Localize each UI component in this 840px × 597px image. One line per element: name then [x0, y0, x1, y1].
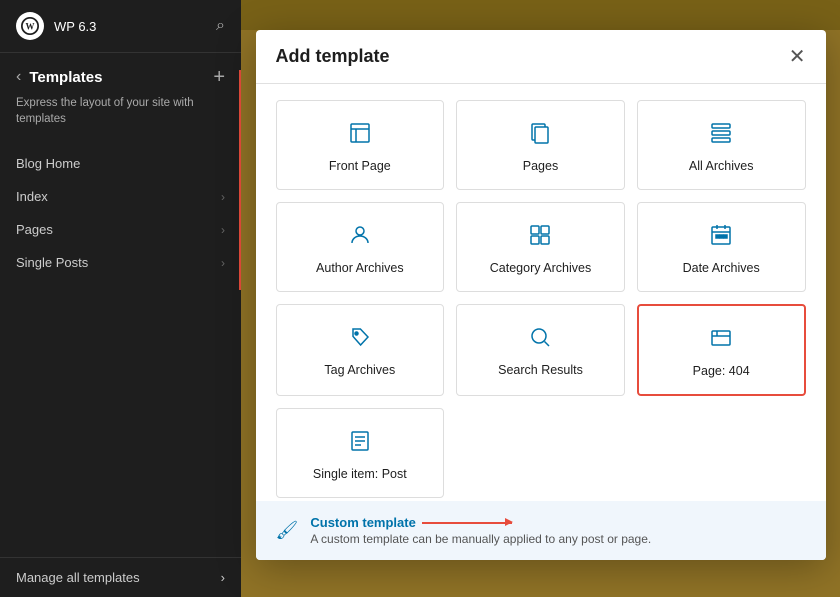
template-card-search-results[interactable]: Search Results: [456, 304, 625, 396]
author-archives-icon: [348, 223, 372, 251]
pages-label: Pages: [523, 159, 558, 173]
all-archives-icon: [709, 121, 733, 149]
template-card-category-archives[interactable]: Category Archives: [456, 202, 625, 292]
chevron-icon: ›: [221, 223, 225, 237]
template-card-pages[interactable]: Pages: [456, 100, 625, 190]
pages-icon: [528, 121, 552, 149]
chevron-icon: ›: [221, 190, 225, 204]
tag-archives-icon: [348, 325, 372, 353]
modal-overlay: Add template ✕ Front Page: [241, 0, 840, 597]
single-post-icon: [348, 429, 372, 457]
modal-title: Add template: [276, 46, 390, 67]
sidebar-header: W WP 6.3 ⌕: [0, 0, 241, 53]
search-results-icon: [528, 325, 552, 353]
template-card-single-post[interactable]: Single item: Post: [276, 408, 445, 498]
back-button[interactable]: ‹: [16, 68, 21, 86]
red-arrow: [422, 522, 512, 524]
category-archives-icon: [528, 223, 552, 251]
template-card-page-404[interactable]: Page: 404: [637, 304, 806, 396]
custom-template-link[interactable]: Custom template: [310, 515, 415, 530]
add-template-button[interactable]: +: [213, 67, 225, 87]
modal-close-button[interactable]: ✕: [789, 47, 806, 67]
date-archives-icon: [709, 223, 733, 251]
page-404-icon: [709, 326, 733, 354]
templates-title: Templates: [29, 69, 205, 86]
templates-header: ‹ Templates +: [0, 53, 241, 95]
add-template-modal: Add template ✕ Front Page: [256, 30, 826, 560]
tag-archives-label: Tag Archives: [324, 363, 395, 377]
wp-logo: W: [16, 12, 44, 40]
search-icon[interactable]: ⌕: [216, 17, 225, 35]
modal-body: Front Page Pages All Archi: [256, 84, 826, 501]
all-archives-label: All Archives: [689, 159, 754, 173]
category-archives-label: Category Archives: [490, 261, 591, 275]
manage-all-templates[interactable]: Manage all templates ›: [0, 557, 241, 597]
author-archives-label: Author Archives: [316, 261, 404, 275]
sidebar-nav: Blog Home Index › Pages › Single Posts ›: [0, 143, 241, 557]
sidebar-item-pages[interactable]: Pages ›: [0, 213, 241, 246]
template-grid: Front Page Pages All Archi: [276, 100, 806, 396]
modal-header: Add template ✕: [256, 30, 826, 84]
sidebar-item-blog-home[interactable]: Blog Home: [0, 147, 241, 180]
template-card-date-archives[interactable]: Date Archives: [637, 202, 806, 292]
single-post-label: Single item: Post: [313, 467, 407, 481]
template-card-tag-archives[interactable]: Tag Archives: [276, 304, 445, 396]
arrow-head: [505, 518, 513, 526]
sidebar: W WP 6.3 ⌕ ‹ Templates + Express the lay…: [0, 0, 241, 597]
svg-text:W: W: [26, 22, 35, 32]
template-card-author-archives[interactable]: Author Archives: [276, 202, 445, 292]
sidebar-description: Express the layout of your site with tem…: [0, 95, 241, 143]
paint-icon: 🖌: [276, 520, 299, 541]
custom-template-info: Custom template A custom template can be…: [310, 515, 651, 546]
template-card-front-page[interactable]: Front Page: [276, 100, 445, 190]
modal-footer: 🖌 Custom template A custom template can …: [256, 501, 826, 560]
main-content: Add template ✕ Front Page: [241, 0, 840, 597]
template-card-all-archives[interactable]: All Archives: [637, 100, 806, 190]
sidebar-item-single-posts[interactable]: Single Posts ›: [0, 246, 241, 279]
front-page-icon: [348, 121, 372, 149]
search-results-label: Search Results: [498, 363, 583, 377]
date-archives-label: Date Archives: [683, 261, 760, 275]
page-404-label: Page: 404: [693, 364, 750, 378]
single-items-row: Single item: Post: [276, 408, 806, 498]
sidebar-item-index[interactable]: Index ›: [0, 180, 241, 213]
chevron-icon: ›: [221, 570, 225, 585]
chevron-icon: ›: [221, 256, 225, 270]
custom-template-description: A custom template can be manually applie…: [310, 532, 651, 546]
site-name: WP 6.3: [54, 19, 96, 34]
front-page-label: Front Page: [329, 159, 391, 173]
